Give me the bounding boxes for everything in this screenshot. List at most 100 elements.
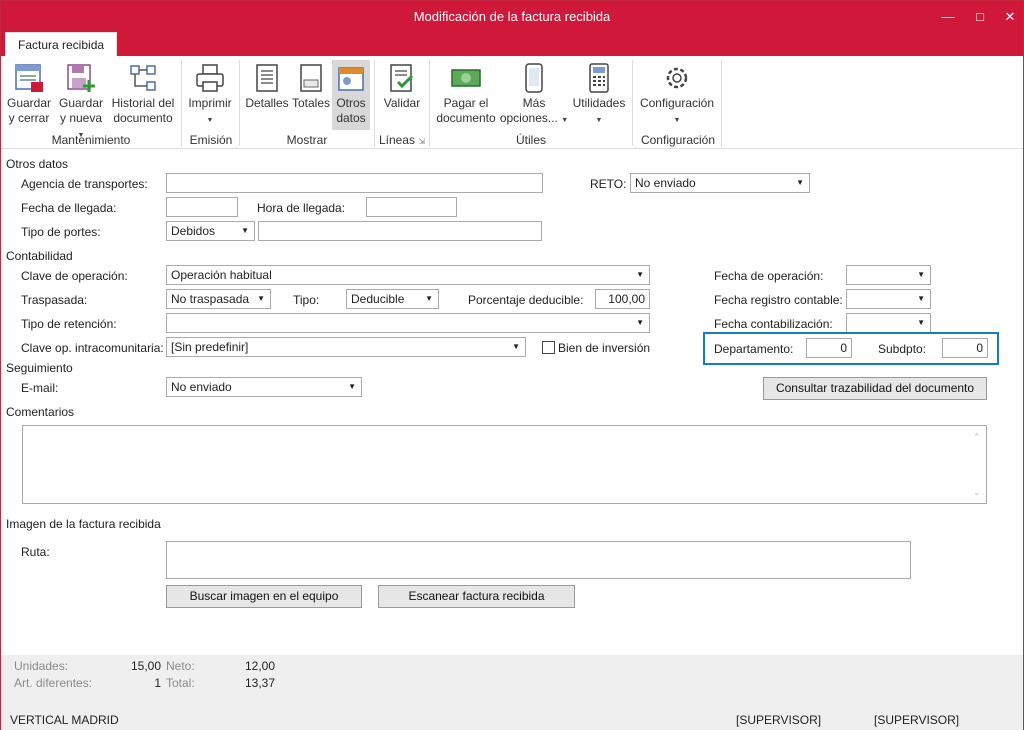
user-badge-2: [SUPERVISOR] — [874, 713, 960, 727]
pagar-line2: documento — [436, 111, 496, 125]
subdpto-input[interactable]: 0 — [942, 338, 988, 358]
tipo-portes-value: Debidos — [171, 224, 216, 238]
fecha-operacion-picker[interactable]: ▼ — [846, 265, 931, 285]
group-emision: Emisión — [189, 133, 233, 147]
email-select[interactable]: No enviado ▼ — [166, 377, 362, 397]
escanear-factura-button[interactable]: Escanear factura recibida — [378, 585, 575, 608]
art-diferentes-value: 1 — [154, 676, 161, 690]
total-label: Total: — [166, 676, 195, 690]
reto-value: No enviado — [635, 176, 696, 190]
mobile-icon — [525, 63, 543, 93]
chevron-down-icon: ▼ — [673, 117, 681, 124]
status-footer: Unidades: 15,00 Neto: 12,00 Art. diferen… — [1, 655, 1023, 730]
group-utiles: Útiles — [515, 133, 546, 147]
fecha-registro-label: Fecha registro contable: — [714, 293, 843, 307]
configuracion-label: Configuración — [639, 96, 715, 110]
neto-value: 12,00 — [244, 659, 275, 673]
ribbon-tab-strip: Factura recibida — [1, 32, 1023, 57]
clave-intra-value: [Sin predefinir] — [171, 340, 249, 354]
fecha-contab-label: Fecha contabilización: — [714, 317, 833, 331]
reto-select[interactable]: No enviado ▼ — [630, 173, 810, 193]
group-configuracion: Configuración — [640, 133, 716, 147]
unidades-label: Unidades: — [14, 659, 69, 673]
scroll-down-icon[interactable]: ⌄ — [973, 483, 981, 501]
bien-inversion-checkbox[interactable] — [542, 341, 555, 354]
fecha-contab-picker[interactable]: ▼ — [846, 313, 931, 333]
chevron-down-icon: ▼ — [636, 318, 644, 327]
otros-datos-button[interactable]: Otros datos — [332, 60, 370, 130]
historial-line1: Historial del — [111, 96, 175, 110]
tipo-portes-select[interactable]: Debidos ▼ — [166, 221, 255, 241]
chevron-down-icon: ▼ — [425, 294, 433, 303]
traspasada-value: No traspasada — [171, 292, 250, 306]
section-otros-datos: Otros datos — [6, 157, 69, 171]
agencia-input[interactable] — [166, 173, 543, 193]
minimize-button[interactable]: — — [931, 1, 965, 32]
comentarios-scrollbar[interactable]: ⌃ ⌄ — [970, 426, 986, 503]
consultar-trazabilidad-button[interactable]: Consultar trazabilidad del documento — [763, 377, 987, 400]
save-new-icon — [67, 64, 95, 92]
user-badge-1: [SUPERVISOR] — [736, 713, 822, 727]
clave-operacion-label: Clave de operación: — [21, 269, 128, 283]
otros-datos-line2: datos — [336, 111, 366, 125]
validar-button[interactable]: Validar — [379, 62, 425, 111]
tipo-retencion-select[interactable]: ▼ — [166, 313, 650, 333]
total-value: 13,37 — [244, 676, 275, 690]
fecha-llegada-input[interactable] — [166, 197, 238, 217]
scroll-up-icon[interactable]: ⌃ — [973, 428, 981, 446]
money-icon — [451, 69, 481, 87]
imprimir-button[interactable]: Imprimir ▼ — [186, 62, 234, 128]
comentarios-textarea[interactable]: ⌃ ⌄ — [22, 425, 987, 504]
clave-intra-select[interactable]: [Sin predefinir] ▼ — [166, 337, 526, 357]
totales-button[interactable]: Totales — [291, 62, 331, 111]
reto-label: RETO: — [590, 177, 627, 191]
departamento-input[interactable]: 0 — [806, 338, 852, 358]
porcentaje-input[interactable]: 100,00 — [595, 289, 650, 309]
chevron-down-icon: ▼ — [917, 270, 925, 279]
detalles-button[interactable]: Detalles — [244, 62, 290, 111]
dialog-launcher-icon[interactable]: ⇲ — [418, 137, 425, 146]
tab-factura-recibida[interactable]: Factura recibida — [5, 32, 118, 57]
details-icon — [256, 64, 278, 92]
ruta-input[interactable] — [166, 541, 911, 579]
detalles-label: Detalles — [245, 96, 289, 110]
utilidades-button[interactable]: Utilidades ▼ — [570, 62, 628, 128]
subdpto-label: Subdpto: — [878, 342, 927, 356]
tipo-retencion-label: Tipo de retención: — [21, 317, 117, 331]
clave-intra-label: Clave op. intracomunitaria: — [21, 341, 164, 355]
mas-opciones-line1: Más — [522, 96, 546, 110]
guardar-nueva-line1: Guardar — [58, 96, 104, 110]
chevron-down-icon: ▼ — [257, 294, 265, 303]
chevron-down-icon: ▼ — [206, 117, 214, 124]
otros-datos-line1: Otros — [336, 96, 366, 110]
section-comentarios: Comentarios — [6, 405, 75, 419]
portes-detail-input[interactable] — [258, 221, 542, 241]
tipo-portes-label: Tipo de portes: — [21, 225, 101, 239]
configuracion-button[interactable]: Configuración ▼ — [637, 62, 717, 128]
maximize-button[interactable]: □ — [963, 1, 997, 32]
historial-documento-button[interactable]: Historial del documento — [109, 62, 177, 126]
fecha-llegada-label: Fecha de llegada: — [21, 201, 117, 215]
chevron-down-icon: ▼ — [595, 117, 603, 124]
tipo-select[interactable]: Deducible ▼ — [346, 289, 439, 309]
imprimir-label: Imprimir — [188, 96, 232, 110]
traspasada-select[interactable]: No traspasada ▼ — [166, 289, 271, 309]
hora-llegada-input[interactable] — [366, 197, 457, 217]
printer-icon — [196, 64, 224, 92]
chevron-down-icon: ▼ — [636, 270, 644, 279]
validar-label: Validar — [383, 96, 421, 110]
tipo-label: Tipo: — [293, 293, 320, 307]
group-lineas-label: Líneas — [378, 133, 415, 147]
clave-operacion-select[interactable]: Operación habitual ▼ — [166, 265, 650, 285]
title-bar: Modificación de la factura recibida — [1, 1, 1023, 32]
chevron-down-icon: ▼ — [241, 226, 249, 235]
guardar-cerrar-button[interactable]: Guardar y cerrar — [5, 62, 53, 126]
pagar-documento-button[interactable]: Pagar el documento — [434, 62, 498, 126]
close-button[interactable]: ✕ — [993, 1, 1024, 32]
buscar-imagen-button[interactable]: Buscar imagen en el equipo — [166, 585, 362, 608]
fecha-registro-picker[interactable]: ▼ — [846, 289, 931, 309]
mas-opciones-button[interactable]: Más opciones... ▼ — [499, 62, 569, 128]
ruta-label: Ruta: — [21, 545, 50, 559]
email-label: E-mail: — [21, 381, 59, 395]
guardar-nueva-button[interactable]: Guardar y nueva ▼ — [55, 62, 107, 143]
